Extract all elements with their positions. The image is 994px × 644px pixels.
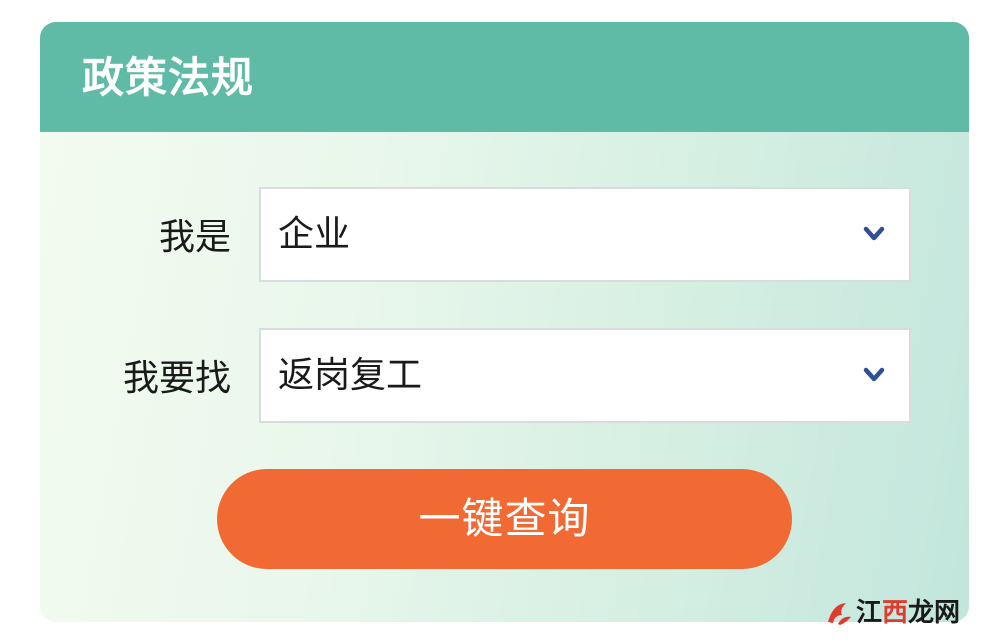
watermark-text: 江西龙网: [856, 598, 960, 628]
watermark-part-1: 江: [855, 598, 882, 628]
site-watermark: 江西龙网: [824, 596, 960, 630]
chevron-down-icon: [863, 367, 885, 382]
panel-title: 政策法规: [82, 53, 255, 102]
identity-select[interactable]: 企业: [259, 187, 911, 282]
watermark-part-2: 西: [881, 598, 908, 628]
seeking-select[interactable]: 返岗复工: [259, 328, 911, 423]
watermark-part-3: 龙网: [907, 598, 960, 628]
identity-select-value: 企业: [278, 214, 351, 255]
seeking-select-value: 返岗复工: [278, 355, 423, 396]
seeking-label: 我要找: [122, 358, 231, 399]
panel-header: 政策法规: [40, 22, 969, 132]
dragon-logo-icon: [827, 603, 851, 625]
one-click-query-button[interactable]: 一键查询: [217, 469, 792, 569]
policy-panel: 政策法规 我是 企业 我要找 返岗复工 一键查询: [40, 22, 969, 622]
chevron-down-icon: [863, 226, 885, 241]
identity-label: 我是: [158, 217, 231, 258]
